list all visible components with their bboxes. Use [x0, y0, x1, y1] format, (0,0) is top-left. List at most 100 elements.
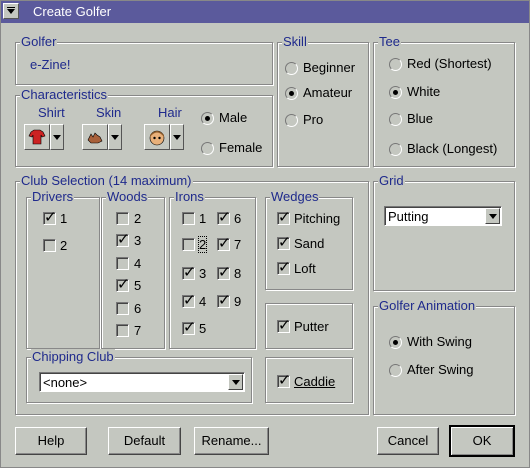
wood-2-checkbox[interactable] [116, 212, 129, 225]
grid-group-label: Grid [378, 173, 405, 189]
chipping-club-select[interactable]: <none> [39, 372, 245, 392]
iron-4-checkbox[interactable] [182, 291, 196, 309]
title-bar: Create Golfer [1, 1, 529, 23]
wood-5-label: 5 [134, 278, 142, 293]
create-golfer-dialog: Create Golfer Golfer e-Zine! Characteris… [0, 0, 530, 468]
tee-white-radio[interactable] [389, 86, 402, 99]
cancel-button-label: Cancel [387, 433, 429, 448]
wood-4-checkbox[interactable] [116, 257, 129, 270]
grid-select[interactable]: Putting [384, 206, 502, 226]
tee-red-radio[interactable] [389, 58, 402, 71]
tee-blue-radio[interactable] [389, 113, 402, 126]
tee-white-label: White [407, 84, 441, 99]
iron-5-label: 5 [199, 321, 207, 336]
driver-2-label: 2 [60, 238, 68, 253]
driver-1-checkbox[interactable] [43, 208, 57, 226]
iron-7-label: 7 [234, 237, 242, 252]
putter-label: Putter [294, 319, 329, 334]
after-swing-label: After Swing [407, 362, 474, 377]
iron-6-checkbox[interactable] [217, 208, 231, 226]
iron-1-label: 1 [199, 211, 207, 226]
loft-wedge-label: Loft [294, 261, 316, 276]
with-swing-radio[interactable] [389, 336, 402, 349]
iron-3-checkbox[interactable] [182, 263, 196, 281]
tee-blue-label: Blue [407, 111, 434, 126]
chipping-club-value: <none> [43, 375, 88, 390]
after-swing-radio[interactable] [389, 364, 402, 377]
wedges-group: Wedges Pitching Sand Loft [265, 189, 353, 290]
hair-picker[interactable] [144, 124, 170, 150]
wood-7-label: 7 [134, 323, 142, 338]
caddie-checkbox[interactable] [277, 371, 291, 389]
pitching-wedge-label: Pitching [294, 211, 341, 226]
tee-red-label: Red (Shortest) [407, 56, 492, 71]
wedges-label: Wedges [270, 189, 320, 205]
sand-wedge-label: Sand [294, 236, 325, 251]
male-radio[interactable] [201, 112, 214, 125]
hand-icon [87, 132, 103, 144]
sand-wedge-checkbox[interactable] [277, 233, 291, 251]
iron-9-checkbox[interactable] [217, 291, 231, 309]
shirt-dropdown-button[interactable] [50, 124, 64, 150]
female-radio[interactable] [201, 142, 214, 155]
rename-button-label: Rename... [201, 433, 262, 448]
loft-wedge-checkbox[interactable] [277, 258, 291, 276]
shirt-picker[interactable] [24, 124, 50, 150]
iron-6-label: 6 [234, 211, 242, 226]
drivers-group: Drivers 1 2 [26, 189, 100, 349]
golfer-name[interactable]: e-Zine! [30, 57, 70, 72]
ok-button[interactable]: OK [449, 425, 515, 457]
iron-1-checkbox[interactable] [182, 212, 195, 225]
wood-6-checkbox[interactable] [116, 302, 129, 315]
wood-5-checkbox[interactable] [116, 275, 130, 293]
grid-group: Grid Putting [373, 173, 515, 291]
help-button[interactable]: Help [15, 427, 87, 455]
drivers-label: Drivers [31, 189, 75, 205]
woods-label: Woods [106, 189, 149, 205]
pro-label: Pro [303, 112, 324, 127]
iron-7-checkbox[interactable] [217, 234, 231, 252]
pro-radio[interactable] [285, 114, 298, 127]
help-button-label: Help [37, 433, 65, 448]
iron-5-checkbox[interactable] [182, 318, 196, 336]
beginner-label: Beginner [303, 60, 356, 75]
hair-dropdown-button[interactable] [170, 124, 184, 150]
shirt-icon [28, 129, 46, 145]
skill-group: Skill Beginner Amateur Pro [277, 34, 369, 167]
default-button[interactable]: Default [108, 427, 181, 455]
pitching-wedge-checkbox[interactable] [277, 208, 291, 226]
irons-group: Irons 1 2 3 4 5 6 7 8 9 [169, 189, 256, 349]
beginner-radio[interactable] [285, 62, 298, 75]
chipping-club-label: Chipping Club [31, 349, 115, 365]
male-label: Male [219, 110, 248, 125]
chipping-club-dropdown-arrow[interactable] [228, 374, 243, 390]
grid-dropdown-arrow[interactable] [485, 208, 500, 224]
wood-3-label: 3 [134, 233, 142, 248]
wood-3-checkbox[interactable] [116, 230, 130, 248]
skill-group-label: Skill [282, 34, 308, 50]
iron-2-checkbox[interactable] [182, 238, 195, 251]
tee-black-radio[interactable] [389, 143, 402, 156]
driver-2-checkbox[interactable] [43, 239, 56, 252]
woods-group: Woods 2 3 4 5 6 7 [101, 189, 165, 349]
amateur-label: Amateur [303, 85, 353, 100]
wood-6-label: 6 [134, 301, 142, 316]
putter-checkbox[interactable] [277, 316, 291, 334]
iron-9-label: 9 [234, 294, 242, 309]
golfer-animation-group: Golfer Animation With Swing After Swing [373, 298, 515, 415]
wood-7-checkbox[interactable] [116, 324, 129, 337]
skin-dropdown-button[interactable] [108, 124, 122, 150]
system-menu-icon[interactable] [3, 3, 19, 19]
cancel-button[interactable]: Cancel [377, 427, 439, 455]
irons-label: Irons [174, 189, 205, 205]
skin-picker[interactable] [82, 124, 108, 150]
wood-4-label: 4 [134, 256, 142, 271]
amateur-radio[interactable] [285, 87, 298, 100]
golfer-group-label: Golfer [20, 34, 58, 50]
grid-value: Putting [388, 209, 429, 224]
golfer-animation-label: Golfer Animation [378, 298, 477, 314]
tee-group: Tee Red (Shortest) White Blue Black (Lon… [373, 34, 515, 167]
iron-8-checkbox[interactable] [217, 263, 231, 281]
iron-3-label: 3 [199, 266, 207, 281]
rename-button[interactable]: Rename... [194, 427, 269, 455]
